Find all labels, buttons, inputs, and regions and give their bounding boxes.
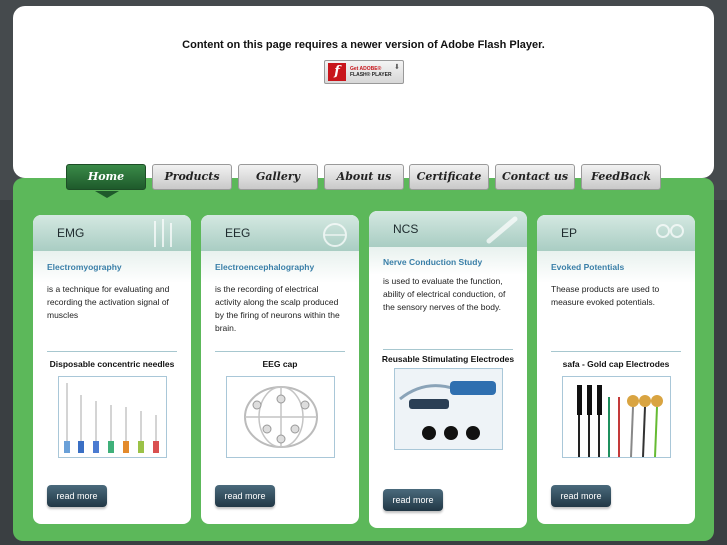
product-image-needles: [57, 376, 167, 458]
card-description: is used to evaluate the function, abilit…: [383, 276, 506, 312]
card-ncs: NCS Nerve Conduction Study is used to ev…: [369, 211, 527, 528]
read-more-button[interactable]: read more: [383, 489, 443, 511]
card-subtitle: Evoked Potentials: [551, 262, 625, 272]
download-arrow-icon: ⬇: [394, 64, 400, 71]
header-area: Content on this page requires a newer ve…: [13, 6, 714, 178]
nav-item-about-us[interactable]: About us: [324, 164, 404, 190]
card-emg: EMG Electromyography is a technique for …: [33, 215, 191, 524]
card-title: EMG: [57, 226, 85, 240]
flash-badge-line2: FLASH® PLAYER: [350, 72, 392, 78]
product-image-stimulating-electrodes: [393, 368, 503, 450]
flash-logo-icon: f: [328, 63, 346, 81]
card-ep: EP Evoked Potentials Thease products are…: [537, 215, 695, 524]
card-subtitle: Nerve Conduction Study: [383, 257, 483, 267]
nav-item-products[interactable]: Products: [152, 164, 232, 190]
card-header: EMG: [33, 215, 191, 251]
nav-item-certificate[interactable]: Certificate: [409, 164, 489, 190]
card-header: NCS: [369, 211, 527, 247]
card-header: EP: [537, 215, 695, 251]
divider: [47, 351, 177, 352]
product-image-eeg-cap: [225, 376, 335, 458]
gold-cap-electrodes-icon: [656, 224, 684, 238]
card-title: EP: [561, 226, 578, 240]
get-flash-player-button[interactable]: f Get ADOBE® FLASH® PLAYER ⬇: [324, 60, 404, 84]
card-title: EEG: [225, 226, 251, 240]
card-subtitle: Electroencephalography: [215, 262, 315, 272]
product-name: EEG cap: [262, 359, 298, 369]
product-image-gold-cap-electrodes: [561, 376, 671, 458]
read-more-button[interactable]: read more: [551, 485, 611, 507]
read-more-button[interactable]: read more: [215, 485, 275, 507]
card-eeg: EEG Electroencephalography is the record…: [201, 215, 359, 524]
card-subtitle: Electromyography: [47, 262, 122, 272]
eeg-cap-icon: [323, 223, 347, 247]
product-name: safa - Gold cap Electrodes: [562, 359, 670, 369]
nav-item-feedback[interactable]: FeedBack: [581, 164, 661, 190]
card-description: Thease products are used to measure evok…: [551, 284, 660, 307]
nav-item-home[interactable]: Home: [66, 164, 146, 198]
stimulating-electrode-icon: [486, 216, 518, 244]
divider: [215, 351, 345, 352]
card-description: is the recording of electrical activity …: [215, 284, 340, 333]
read-more-button[interactable]: read more: [47, 485, 107, 507]
card-title: NCS: [393, 222, 419, 236]
divider: [551, 351, 681, 352]
card-header: EEG: [201, 215, 359, 251]
card-description: is a technique for evaluating and record…: [47, 284, 170, 320]
flash-required-message: Content on this page requires a newer ve…: [182, 39, 545, 51]
nav-item-contact-us[interactable]: Contact us: [495, 164, 575, 190]
divider: [383, 349, 513, 350]
nav-item-gallery[interactable]: Gallery: [238, 164, 318, 190]
needles-icon: [154, 219, 172, 247]
product-name: Reusable Stimulating Electrodes: [381, 354, 515, 364]
product-name: Disposable concentric needles: [49, 359, 175, 369]
active-indicator-arrow: [95, 191, 119, 198]
